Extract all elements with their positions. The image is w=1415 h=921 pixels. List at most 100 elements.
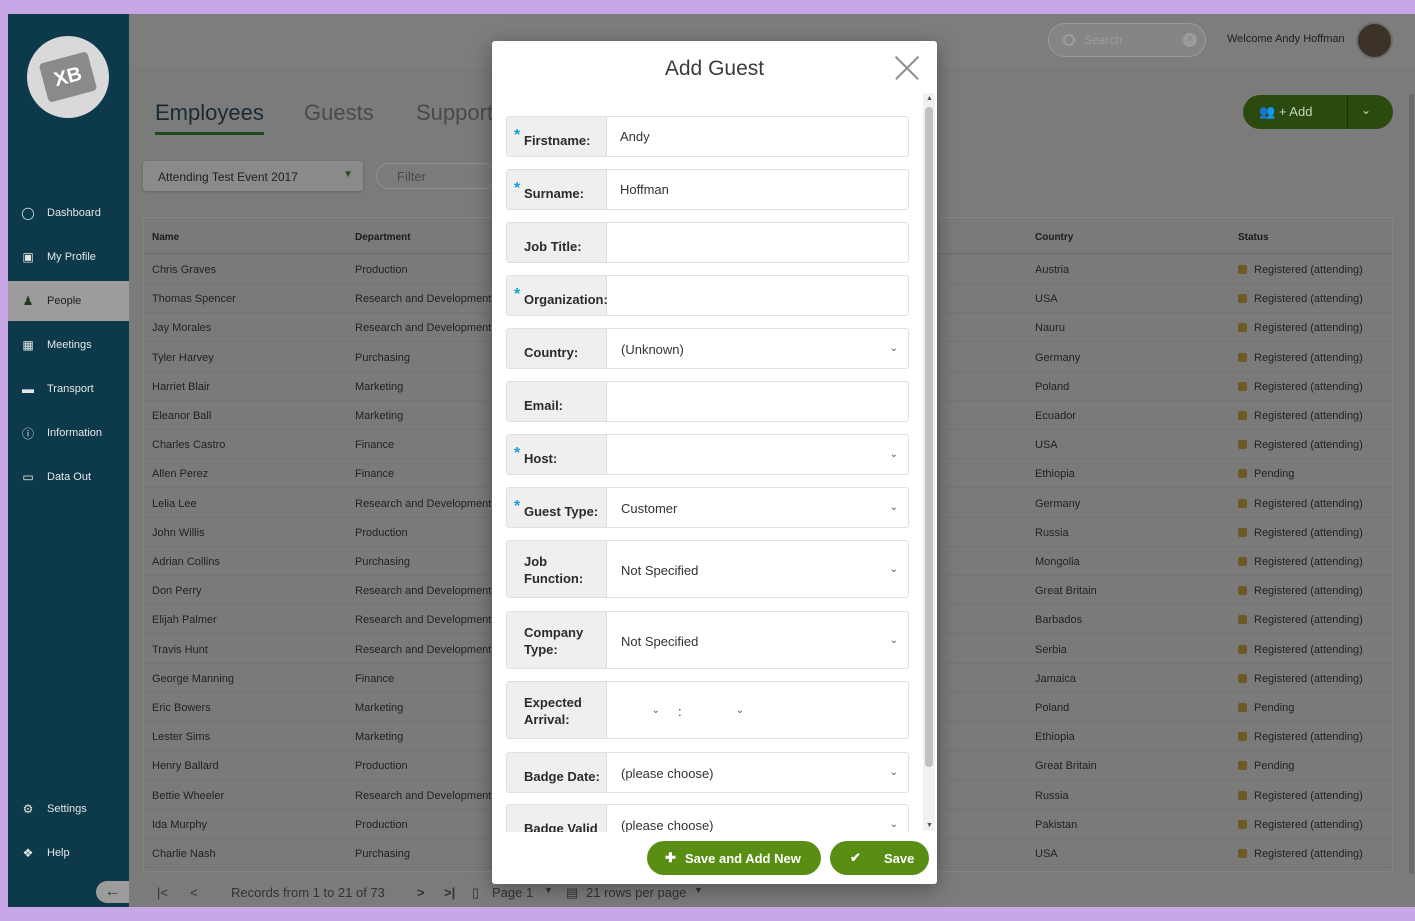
time-separator: : xyxy=(678,703,682,719)
status-dot-icon xyxy=(1238,615,1247,625)
organization-input[interactable] xyxy=(608,276,908,315)
cell-country: Jamaica xyxy=(1035,672,1076,685)
status-text: Registered (attending) xyxy=(1254,526,1363,539)
dialog-scrollbar-thumb[interactable] xyxy=(925,107,933,767)
chevron-down-icon[interactable]: ⌄ xyxy=(890,564,898,575)
chevron-down-icon[interactable]: ⌄ xyxy=(890,502,898,513)
clear-search-icon[interactable]: ✕ xyxy=(1183,33,1197,47)
status-text: Registered (attending) xyxy=(1254,614,1363,627)
cell-name: Adrian Collins xyxy=(152,556,220,568)
status-text: Registered (attending) xyxy=(1254,848,1363,860)
status-text: Registered (attending) xyxy=(1254,351,1363,364)
logo-text: XB xyxy=(38,51,98,103)
cell-country: Germany xyxy=(1035,497,1081,510)
save-and-add-new-button[interactable]: ✚ Save and Add New xyxy=(647,841,821,875)
cell-status: Registered (attending) xyxy=(1238,322,1363,334)
minute-select-chevron-icon[interactable]: ⌄ xyxy=(736,705,744,716)
status-dot-icon xyxy=(1238,498,1247,508)
chevron-down-icon[interactable]: ⌄ xyxy=(890,449,898,460)
event-select[interactable]: Attending Test Event 2017 ▼ xyxy=(143,161,363,191)
guest-type-select[interactable]: Customer xyxy=(621,501,677,516)
field-label-text: Firstname: xyxy=(524,133,591,148)
company-type-select[interactable]: Not Specified xyxy=(621,634,698,649)
badge-valid-select[interactable]: (please choose) xyxy=(621,818,714,832)
dashboard-icon: ◯ xyxy=(21,206,35,220)
cell-department: Research and Development xyxy=(355,497,492,510)
field-job-function: Job Function: Not Specified ⌄ xyxy=(506,540,909,598)
tab-support[interactable]: Support xyxy=(416,100,493,126)
cell-country: Great Britain xyxy=(1035,585,1097,598)
required-star-icon: * xyxy=(514,286,521,303)
add-button[interactable]: 👥 + Add ⌄ xyxy=(1243,95,1393,129)
event-select-value: Attending Test Event 2017 xyxy=(158,170,298,184)
surname-input[interactable] xyxy=(608,170,908,209)
save-button[interactable]: ✔ Save xyxy=(830,841,929,875)
status-dot-icon xyxy=(1238,411,1247,420)
app-logo[interactable]: XB xyxy=(27,36,109,118)
field-label-text: Email: xyxy=(524,398,564,413)
page-scrollbar[interactable] xyxy=(1408,74,1415,899)
email-input[interactable] xyxy=(608,382,908,421)
sidebar-item-help[interactable]: ❖ Help xyxy=(8,833,129,873)
field-email: Email: xyxy=(506,381,909,422)
status-text: Registered (attending) xyxy=(1254,410,1363,422)
column-header-country[interactable]: Country xyxy=(1035,232,1073,243)
chevron-down-icon[interactable]: ⌄ xyxy=(890,343,898,354)
field-label-text: Host: xyxy=(524,451,558,466)
status-dot-icon xyxy=(1238,469,1247,479)
job-function-select[interactable]: Not Specified xyxy=(621,563,698,578)
badge-date-select[interactable]: (please choose) xyxy=(621,766,714,781)
scroll-down-icon[interactable]: ▼ xyxy=(926,822,933,829)
search-placeholder: Search xyxy=(1084,33,1123,47)
chevron-down-icon[interactable]: ⌄ xyxy=(1361,103,1371,117)
chevron-down-icon[interactable]: ⌄ xyxy=(890,767,898,778)
page-scrollbar-thumb[interactable] xyxy=(1409,94,1414,874)
add-button-divider xyxy=(1347,95,1348,129)
cell-name: Travis Hunt xyxy=(152,643,208,656)
dialog-title: Add Guest xyxy=(664,57,765,80)
status-text: Registered (attending) xyxy=(1254,293,1363,306)
sidebar-item-data-out[interactable]: ▭ Data Out xyxy=(8,457,129,497)
cell-status: Registered (attending) xyxy=(1238,614,1363,626)
field-label: Job Function: xyxy=(507,541,607,597)
cell-country: Ethiopia xyxy=(1035,731,1075,744)
sidebar-item-information[interactable]: ⓘ Information xyxy=(8,413,129,453)
status-text: Pending xyxy=(1254,760,1295,773)
cell-department: Finance xyxy=(355,468,395,481)
dialog-scrollbar[interactable]: ▲ ▼ xyxy=(923,93,935,831)
sidebar-item-settings[interactable]: ⚙ Settings xyxy=(8,789,129,829)
required-star-icon: * xyxy=(514,180,521,197)
prev-page-icon[interactable]: < xyxy=(190,885,198,900)
field-label-text: Surname: xyxy=(524,186,584,201)
sidebar-item-transport[interactable]: ▬ Transport xyxy=(8,369,129,409)
chevron-down-icon[interactable]: ⌄ xyxy=(890,819,898,830)
country-select[interactable]: (Unknown) xyxy=(621,342,684,357)
next-page-icon[interactable]: > xyxy=(417,885,425,900)
search-input[interactable]: Search ✕ xyxy=(1048,23,1206,57)
filter-input[interactable]: Filter xyxy=(376,163,496,189)
chevron-down-icon[interactable]: ⌄ xyxy=(890,635,898,646)
collapse-sidebar-button[interactable]: ← xyxy=(96,881,129,903)
sidebar-item-dashboard[interactable]: ◯ Dashboard xyxy=(8,193,129,233)
rows-per-page-select[interactable]: 21 rows per page xyxy=(586,885,686,900)
column-header-name[interactable]: Name xyxy=(152,232,179,243)
firstname-input[interactable] xyxy=(608,117,908,156)
sidebar-item-meetings[interactable]: ▦ Meetings xyxy=(8,325,129,365)
column-header-status[interactable]: Status xyxy=(1238,232,1269,243)
field-label: Badge Valid xyxy=(507,805,607,832)
cell-status: Registered (attending) xyxy=(1238,819,1363,831)
first-page-icon[interactable]: |< xyxy=(157,885,168,900)
scroll-up-icon[interactable]: ▲ xyxy=(926,95,933,102)
page-select[interactable]: Page 1 xyxy=(492,885,533,900)
column-header-department[interactable]: Department xyxy=(355,232,411,243)
cell-country: Austria xyxy=(1035,264,1070,276)
sidebar-item-my-profile[interactable]: ▣ My Profile xyxy=(8,237,129,277)
hour-select-chevron-icon[interactable]: ⌄ xyxy=(652,705,660,716)
tab-employees[interactable]: Employees xyxy=(155,100,264,135)
avatar[interactable] xyxy=(1356,22,1393,59)
sidebar-item-people[interactable]: ♟ People xyxy=(8,281,129,321)
close-icon[interactable] xyxy=(894,55,920,81)
job-title-input[interactable] xyxy=(608,223,908,262)
last-page-icon[interactable]: >| xyxy=(444,885,455,900)
tab-guests[interactable]: Guests xyxy=(304,100,374,126)
